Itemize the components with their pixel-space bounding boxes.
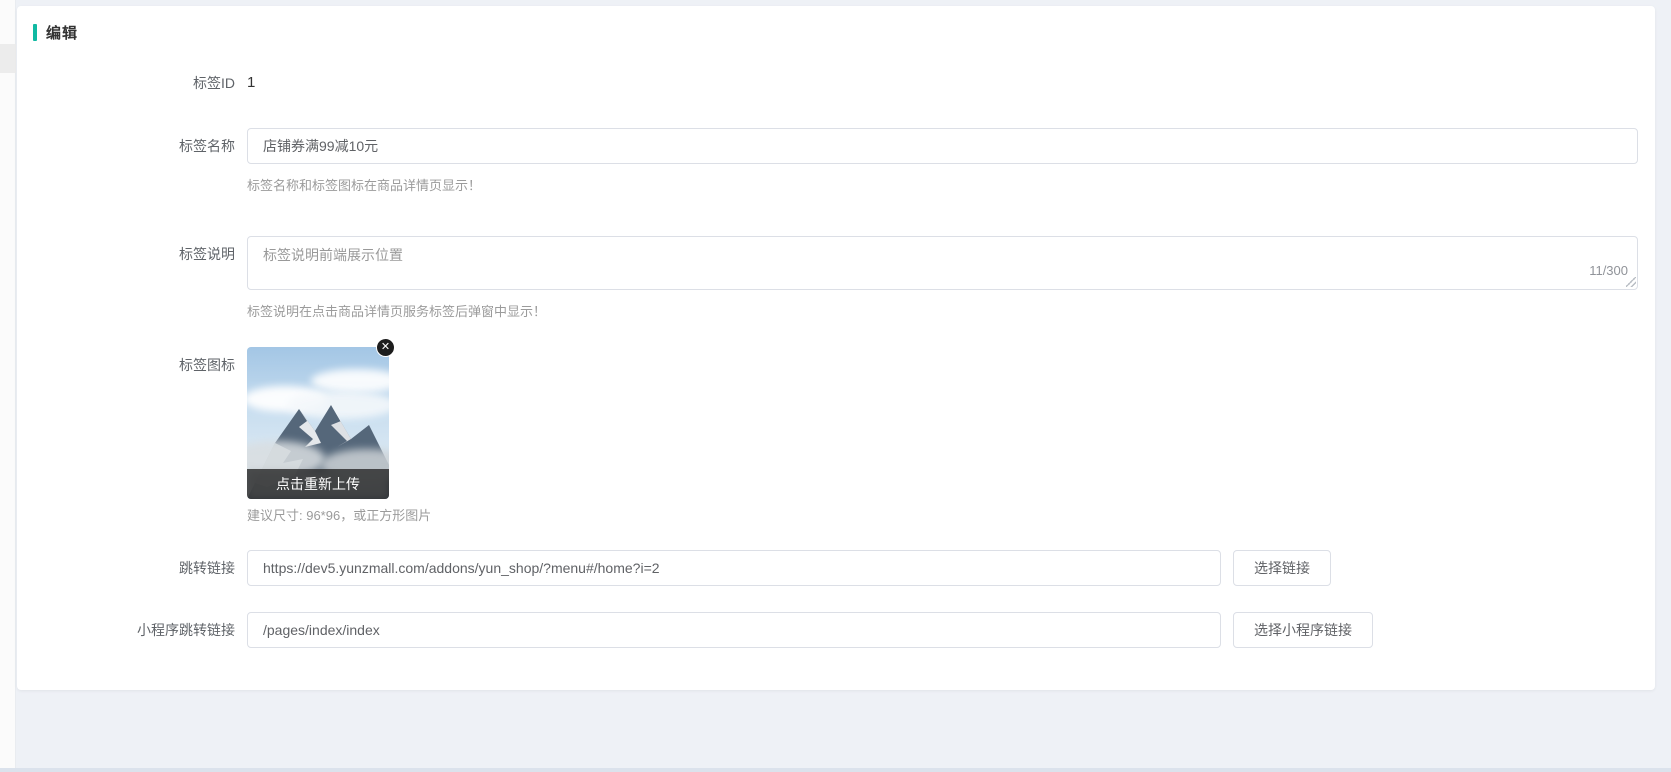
tag-icon-label: 标签图标: [17, 347, 247, 383]
tag-name-input[interactable]: [247, 128, 1638, 164]
tag-id-value: 1: [247, 74, 255, 92]
form-row-tag-name: 标签名称 标签名称和标签图标在商品详情页显示！: [17, 128, 1655, 195]
upload-thumbnail[interactable]: 点击重新上传 ✕: [247, 347, 389, 499]
mini-link-label: 小程序跳转链接: [17, 612, 247, 648]
tag-desc-help: 标签说明在点击商品详情页服务标签后弹窗中显示！: [247, 303, 1638, 321]
resize-handle-icon[interactable]: [1626, 277, 1636, 287]
form-row-jump-link: 跳转链接 选择链接: [17, 550, 1655, 586]
tag-desc-textarea[interactable]: 标签说明前端展示位置: [247, 236, 1638, 290]
tag-id-label: 标签ID: [17, 74, 247, 92]
select-link-button[interactable]: 选择链接: [1233, 550, 1331, 586]
sidebar-collapsed-item[interactable]: [0, 44, 16, 73]
jump-link-input[interactable]: [247, 550, 1221, 586]
accent-bar: [33, 24, 37, 41]
edit-panel: 编辑 标签ID 1 标签名称 标签名称和标签图标在商品详情页显示！ 标签说明 标…: [17, 6, 1655, 690]
form-row-tag-desc: 标签说明 标签说明前端展示位置 11/300 标签说明在点击商品详情页服务标签后…: [17, 236, 1655, 321]
reupload-overlay-label: 点击重新上传: [276, 474, 360, 494]
reupload-overlay[interactable]: 点击重新上传: [247, 469, 389, 499]
char-counter: 11/300: [1585, 263, 1628, 278]
panel-header: 编辑: [33, 22, 1655, 42]
mini-link-input[interactable]: [247, 612, 1221, 648]
tag-desc-label: 标签说明: [17, 236, 247, 272]
tag-name-label: 标签名称: [17, 128, 247, 164]
select-mini-link-button[interactable]: 选择小程序链接: [1233, 612, 1373, 648]
tag-name-help: 标签名称和标签图标在商品详情页显示！: [247, 177, 1638, 195]
close-icon: ✕: [381, 342, 390, 353]
form-row-tag-icon: 标签图标: [17, 347, 1655, 525]
left-sidebar-sliver: [0, 0, 16, 772]
window-bottom-edge: [0, 768, 1671, 772]
panel-title: 编辑: [46, 22, 78, 43]
remove-image-button[interactable]: ✕: [376, 338, 395, 357]
tag-icon-help: 建议尺寸: 96*96，或正方形图片: [247, 507, 431, 525]
jump-link-label: 跳转链接: [17, 550, 247, 586]
form-row-mini-link: 小程序跳转链接 选择小程序链接: [17, 612, 1655, 648]
form-row-tag-id: 标签ID 1: [17, 74, 1655, 92]
